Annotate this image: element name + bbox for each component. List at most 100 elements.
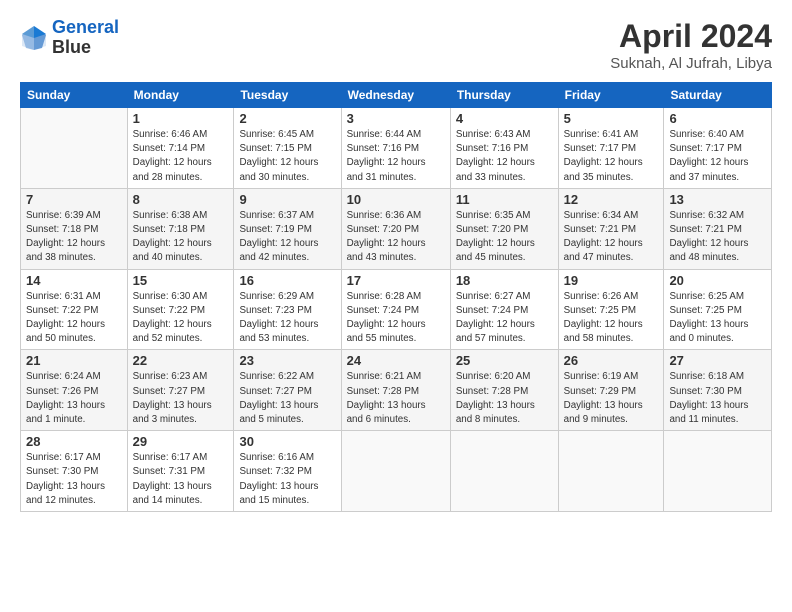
day-number: 26 — [564, 353, 659, 368]
calendar-cell: 9 Sunrise: 6:37 AMSunset: 7:19 PMDaylight… — [234, 188, 341, 269]
calendar-cell: 2 Sunrise: 6:45 AMSunset: 7:15 PMDaylight… — [234, 108, 341, 189]
day-info: Sunrise: 6:27 AMSunset: 7:24 PMDaylight:… — [456, 290, 553, 347]
calendar-cell: 8 Sunrise: 6:38 AMSunset: 7:18 PMDaylight… — [127, 188, 234, 269]
day-number: 3 — [347, 111, 445, 126]
calendar-cell: 13Sunrise: 6:32 AMSunset: 7:21 PMDayligh… — [664, 188, 772, 269]
weekday-header: Wednesday — [341, 83, 450, 108]
day-info: Sunrise: 6:26 AMSunset: 7:25 PMDaylight:… — [564, 290, 659, 347]
day-info: Sunrise: 6:25 AMSunset: 7:25 PMDaylight:… — [669, 290, 766, 347]
calendar-cell — [558, 431, 664, 512]
calendar-cell: 4 Sunrise: 6:43 AMSunset: 7:16 PMDaylight… — [450, 108, 558, 189]
day-info: Sunrise: 6:43 AMSunset: 7:16 PMDaylight:… — [456, 128, 553, 185]
day-number: 29 — [133, 434, 229, 449]
weekday-header: Monday — [127, 83, 234, 108]
calendar-cell: 14Sunrise: 6:31 AMSunset: 7:22 PMDayligh… — [21, 269, 128, 350]
day-number: 23 — [239, 353, 335, 368]
calendar-week-row: 28Sunrise: 6:17 AMSunset: 7:30 PMDayligh… — [21, 431, 772, 512]
calendar-cell: 16 Sunrise: 6:29 AMSunset: 7:23 PMDayligh… — [234, 269, 341, 350]
day-info: Sunrise: 6:39 AMSunset: 7:18 PMDaylight:… — [26, 209, 122, 266]
calendar-cell: 26 Sunrise: 6:19 AMSunset: 7:29 PMDayligh… — [558, 350, 664, 431]
month-year: April 2024 — [610, 18, 772, 55]
day-info: Sunrise: 6:21 AMSunset: 7:28 PMDaylight:… — [347, 370, 445, 427]
calendar-cell: 21 Sunrise: 6:24 AMSunset: 7:26 PMDayligh… — [21, 350, 128, 431]
day-number: 16 — [239, 273, 335, 288]
day-number: 6 — [669, 111, 766, 126]
location: Suknah, Al Jufrah, Libya — [610, 55, 772, 72]
day-number: 17 — [347, 273, 445, 288]
calendar-cell: 25 Sunrise: 6:20 AMSunset: 7:28 PMDayligh… — [450, 350, 558, 431]
day-number: 10 — [347, 192, 445, 207]
calendar-week-row: 14Sunrise: 6:31 AMSunset: 7:22 PMDayligh… — [21, 269, 772, 350]
day-info: Sunrise: 6:37 AMSunset: 7:19 PMDaylight:… — [239, 209, 335, 266]
calendar-week-row: 21 Sunrise: 6:24 AMSunset: 7:26 PMDayligh… — [21, 350, 772, 431]
calendar-cell: 7 Sunrise: 6:39 AMSunset: 7:18 PMDaylight… — [21, 188, 128, 269]
page: General Blue April 2024 Suknah, Al Jufra… — [0, 0, 792, 612]
day-number: 5 — [564, 111, 659, 126]
day-info: Sunrise: 6:24 AMSunset: 7:26 PMDaylight:… — [26, 370, 122, 427]
day-number: 25 — [456, 353, 553, 368]
day-number: 9 — [239, 192, 335, 207]
calendar-cell: 23 Sunrise: 6:22 AMSunset: 7:27 PMDayligh… — [234, 350, 341, 431]
day-number: 19 — [564, 273, 659, 288]
calendar-table: SundayMondayTuesdayWednesdayThursdayFrid… — [20, 82, 772, 512]
day-number: 4 — [456, 111, 553, 126]
calendar-cell: 12Sunrise: 6:34 AMSunset: 7:21 PMDayligh… — [558, 188, 664, 269]
calendar-cell: 15 Sunrise: 6:30 AMSunset: 7:22 PMDayligh… — [127, 269, 234, 350]
day-info: Sunrise: 6:30 AMSunset: 7:22 PMDaylight:… — [133, 290, 229, 347]
calendar-cell — [664, 431, 772, 512]
day-info: Sunrise: 6:29 AMSunset: 7:23 PMDaylight:… — [239, 290, 335, 347]
calendar-cell: 3Sunrise: 6:44 AMSunset: 7:16 PMDaylight… — [341, 108, 450, 189]
calendar-cell: 6 Sunrise: 6:40 AMSunset: 7:17 PMDaylight… — [664, 108, 772, 189]
day-info: Sunrise: 6:40 AMSunset: 7:17 PMDaylight:… — [669, 128, 766, 185]
calendar-cell: 1Sunrise: 6:46 AMSunset: 7:14 PMDaylight… — [127, 108, 234, 189]
day-number: 18 — [456, 273, 553, 288]
day-number: 21 — [26, 353, 122, 368]
calendar-cell: 27Sunrise: 6:18 AMSunset: 7:30 PMDayligh… — [664, 350, 772, 431]
day-number: 22 — [133, 353, 229, 368]
calendar-cell: 10 Sunrise: 6:36 AMSunset: 7:20 PMDayligh… — [341, 188, 450, 269]
day-info: Sunrise: 6:45 AMSunset: 7:15 PMDaylight:… — [239, 128, 335, 185]
day-info: Sunrise: 6:38 AMSunset: 7:18 PMDaylight:… — [133, 209, 229, 266]
day-info: Sunrise: 6:36 AMSunset: 7:20 PMDaylight:… — [347, 209, 445, 266]
calendar-cell — [341, 431, 450, 512]
day-info: Sunrise: 6:35 AMSunset: 7:20 PMDaylight:… — [456, 209, 553, 266]
day-number: 12 — [564, 192, 659, 207]
day-info: Sunrise: 6:28 AMSunset: 7:24 PMDaylight:… — [347, 290, 445, 347]
weekday-header: Tuesday — [234, 83, 341, 108]
calendar-cell: 5 Sunrise: 6:41 AMSunset: 7:17 PMDaylight… — [558, 108, 664, 189]
day-number: 1 — [133, 111, 229, 126]
calendar-cell: 29Sunrise: 6:17 AMSunset: 7:31 PMDayligh… — [127, 431, 234, 512]
day-info: Sunrise: 6:22 AMSunset: 7:27 PMDaylight:… — [239, 370, 335, 427]
day-number: 20 — [669, 273, 766, 288]
day-info: Sunrise: 6:31 AMSunset: 7:22 PMDaylight:… — [26, 290, 122, 347]
day-info: Sunrise: 6:19 AMSunset: 7:29 PMDaylight:… — [564, 370, 659, 427]
day-number: 24 — [347, 353, 445, 368]
day-info: Sunrise: 6:16 AMSunset: 7:32 PMDaylight:… — [239, 451, 335, 508]
logo-text: General Blue — [52, 18, 119, 58]
day-info: Sunrise: 6:23 AMSunset: 7:27 PMDaylight:… — [133, 370, 229, 427]
header: General Blue April 2024 Suknah, Al Jufra… — [20, 18, 772, 72]
calendar-cell — [21, 108, 128, 189]
calendar-cell: 11Sunrise: 6:35 AMSunset: 7:20 PMDayligh… — [450, 188, 558, 269]
day-info: Sunrise: 6:18 AMSunset: 7:30 PMDaylight:… — [669, 370, 766, 427]
day-info: Sunrise: 6:41 AMSunset: 7:17 PMDaylight:… — [564, 128, 659, 185]
weekday-header: Friday — [558, 83, 664, 108]
logo-icon — [20, 24, 48, 52]
weekday-header: Saturday — [664, 83, 772, 108]
day-info: Sunrise: 6:20 AMSunset: 7:28 PMDaylight:… — [456, 370, 553, 427]
weekday-header: Thursday — [450, 83, 558, 108]
calendar-week-row: 1Sunrise: 6:46 AMSunset: 7:14 PMDaylight… — [21, 108, 772, 189]
weekday-header-row: SundayMondayTuesdayWednesdayThursdayFrid… — [21, 83, 772, 108]
calendar-cell: 28Sunrise: 6:17 AMSunset: 7:30 PMDayligh… — [21, 431, 128, 512]
day-number: 7 — [26, 192, 122, 207]
calendar-cell: 20 Sunrise: 6:25 AMSunset: 7:25 PMDayligh… — [664, 269, 772, 350]
logo: General Blue — [20, 18, 119, 58]
calendar-cell: 24 Sunrise: 6:21 AMSunset: 7:28 PMDayligh… — [341, 350, 450, 431]
calendar-week-row: 7 Sunrise: 6:39 AMSunset: 7:18 PMDaylight… — [21, 188, 772, 269]
calendar-cell: 22 Sunrise: 6:23 AMSunset: 7:27 PMDayligh… — [127, 350, 234, 431]
day-number: 28 — [26, 434, 122, 449]
day-number: 2 — [239, 111, 335, 126]
day-number: 15 — [133, 273, 229, 288]
day-number: 8 — [133, 192, 229, 207]
day-info: Sunrise: 6:32 AMSunset: 7:21 PMDaylight:… — [669, 209, 766, 266]
